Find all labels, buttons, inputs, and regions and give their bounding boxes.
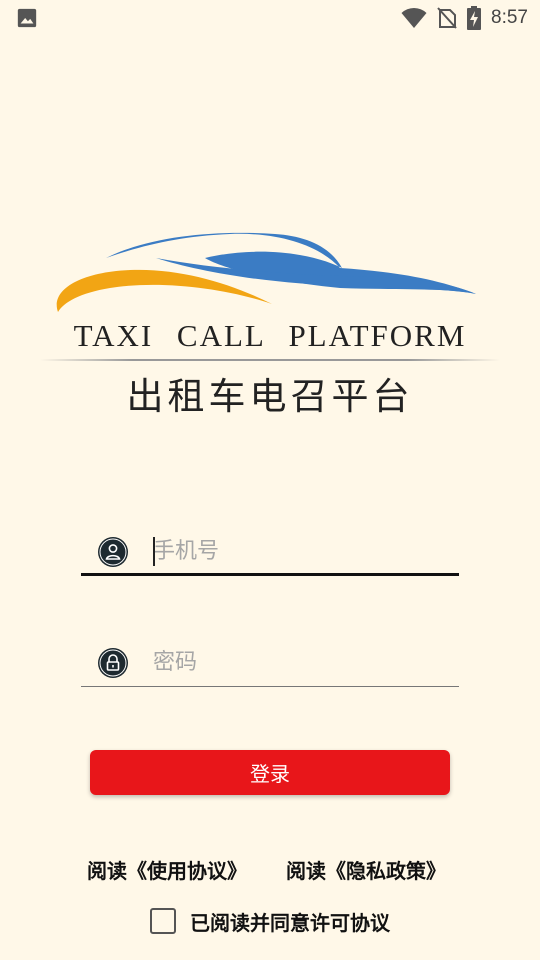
- agreement-row[interactable]: 已阅读并同意许可协议: [150, 906, 390, 936]
- no-sim-icon: [437, 7, 457, 29]
- wifi-icon: [401, 7, 427, 28]
- phone-input[interactable]: [153, 534, 443, 568]
- text-caret: [153, 537, 155, 566]
- car-swoosh-graphic: [56, 232, 476, 312]
- agreement-label: 已阅读并同意许可协议: [190, 910, 390, 935]
- image-icon: [17, 8, 37, 28]
- phone-field: [81, 526, 459, 576]
- logo-divider: [40, 359, 500, 361]
- app-logo: TAXI CALL PLATFORM 出租车电召平台: [40, 228, 500, 418]
- status-bar: 8:57: [0, 0, 540, 36]
- privacy-policy-link[interactable]: 阅读《隐私政策》: [286, 855, 446, 884]
- logo-text-english: TAXI CALL PLATFORM: [73, 318, 467, 353]
- terms-of-use-link[interactable]: 阅读《使用协议》: [87, 855, 247, 884]
- user-icon: [98, 537, 128, 567]
- password-field: [81, 637, 459, 687]
- agreement-checkbox[interactable]: [150, 908, 176, 934]
- lock-icon: [98, 648, 128, 678]
- agreement-links: 阅读《使用协议》 阅读《隐私政策》: [0, 855, 540, 883]
- login-button[interactable]: 登录: [90, 750, 450, 795]
- password-input[interactable]: [153, 645, 443, 679]
- battery-charging-icon: [467, 6, 482, 30]
- logo-text-chinese: 出租车电召平台: [126, 375, 414, 418]
- status-left: [16, 7, 38, 29]
- status-right: 8:57: [401, 6, 528, 30]
- status-time: 8:57: [491, 7, 528, 28]
